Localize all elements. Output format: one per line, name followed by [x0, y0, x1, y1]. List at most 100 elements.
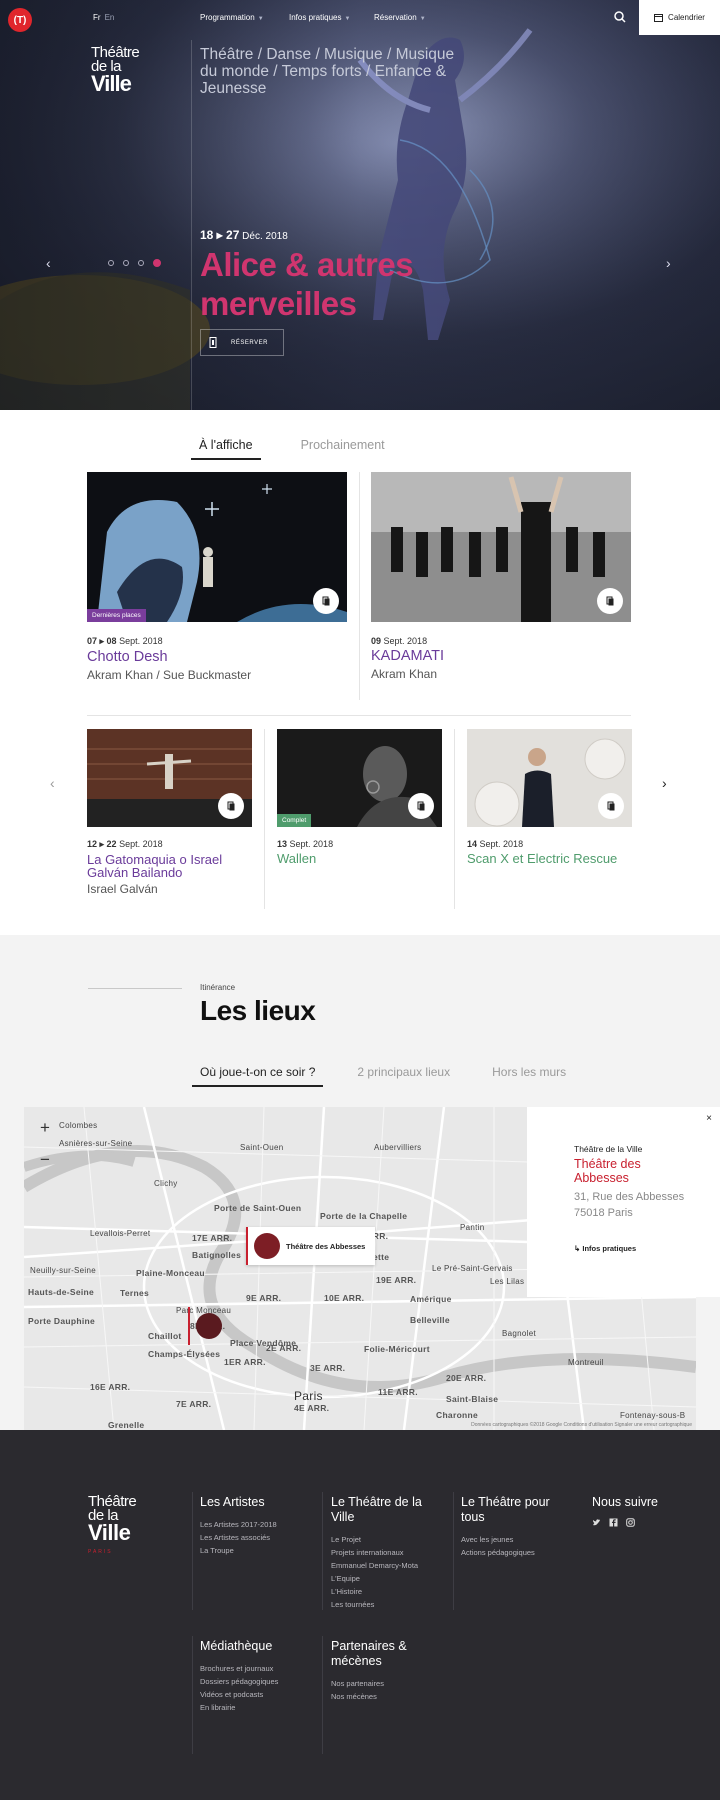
map-label: Pantin: [460, 1223, 485, 1232]
nav-infos-pratiques[interactable]: Infos pratiques ▼: [289, 13, 350, 22]
event-title[interactable]: Scan X et Electric Rescue: [467, 852, 632, 865]
event-card[interactable]: 09 Sept. 2018 KADAMATI Akram Khan: [371, 472, 631, 681]
event-title[interactable]: Wallen: [277, 852, 442, 865]
map-label: Plaine-Monceau: [136, 1268, 205, 1278]
carousel-next-arrow[interactable]: ›: [662, 775, 667, 791]
bookmark-button[interactable]: [313, 588, 339, 614]
footer-link[interactable]: Les Artistes 2017-2018: [200, 1518, 315, 1531]
event-card[interactable]: Dernières places 07 ▸ 08 Sept. 2018 Chot…: [87, 472, 347, 682]
tab-ce-soir[interactable]: Où joue-t-on ce soir ?: [192, 1065, 324, 1087]
footer-link[interactable]: Le Projet: [331, 1533, 441, 1546]
bookmark-button[interactable]: [598, 793, 624, 819]
footer-link[interactable]: Nos mécènes: [331, 1690, 421, 1703]
calendar-button[interactable]: Calendrier: [639, 0, 720, 35]
site-footer: [0, 1430, 720, 1800]
footer-link[interactable]: Les Artistes associés: [200, 1531, 315, 1544]
footer-link[interactable]: Nos partenaires: [331, 1677, 421, 1690]
event-card[interactable]: 14 Sept. 2018 Scan X et Electric Rescue: [467, 729, 632, 865]
hero-title[interactable]: Alice & autres merveilles: [200, 245, 500, 323]
event-artist: Israel Galván: [87, 882, 158, 896]
event-date: 14 Sept. 2018: [467, 839, 632, 849]
footer-link[interactable]: La Troupe: [200, 1544, 315, 1557]
instagram-icon[interactable]: [626, 1518, 635, 1529]
event-image[interactable]: Dernières places: [87, 472, 347, 622]
footer-link[interactable]: L'Histoire: [331, 1585, 441, 1598]
hero-dot-4[interactable]: [153, 259, 161, 267]
map-pin-chatelet[interactable]: [188, 1307, 228, 1345]
hero-categories[interactable]: Théâtre / Danse / Musique / Musique du m…: [200, 46, 470, 97]
event-artist: Akram Khan: [371, 667, 438, 681]
site-brand-logo[interactable]: Théâtre de la Ville: [91, 45, 140, 95]
zoom-in-button[interactable]: +: [32, 1115, 58, 1141]
event-image[interactable]: [87, 729, 252, 827]
footer-link[interactable]: En librairie: [200, 1701, 315, 1714]
nav-programmation[interactable]: Programmation ▼: [200, 13, 264, 22]
close-button[interactable]: ×: [706, 1113, 712, 1124]
event-card[interactable]: Complet 13 Sept. 2018 Wallen: [277, 729, 442, 865]
map-label: Hauts-de-Seine: [28, 1287, 95, 1297]
footer-link[interactable]: Emmanuel Demarcy-Mota: [331, 1559, 441, 1572]
search-icon: [614, 11, 626, 23]
bookmark-button[interactable]: [218, 793, 244, 819]
reserve-button[interactable]: RÉSERVER: [200, 329, 284, 356]
hero-divider: [191, 40, 192, 410]
footer-link[interactable]: Actions pédagogiques: [461, 1546, 571, 1559]
footer-link[interactable]: Les tournées: [331, 1598, 441, 1611]
event-image[interactable]: [467, 729, 632, 827]
lang-en[interactable]: En: [105, 13, 115, 22]
footer-link[interactable]: L'Equipe: [331, 1572, 441, 1585]
hero-prev-arrow[interactable]: ‹: [46, 255, 51, 271]
footer-link[interactable]: Avec les jeunes: [461, 1533, 571, 1546]
event-image[interactable]: Complet: [277, 729, 442, 827]
nav-reservation[interactable]: Réservation ▼: [374, 13, 426, 22]
tab-prochainement[interactable]: Prochainement: [293, 438, 393, 460]
map-label: 7E ARR.: [176, 1399, 212, 1409]
tab-a-l-affiche[interactable]: À l'affiche: [191, 438, 261, 460]
map-label: 1ER ARR.: [224, 1357, 266, 1367]
bookmark-icon: [227, 801, 235, 811]
footer-link[interactable]: Dossiers pédagogiques: [200, 1675, 315, 1688]
map-label: Asnières-sur-Seine: [59, 1139, 133, 1148]
map-attribution[interactable]: Données cartographiques ©2018 Google Con…: [471, 1422, 692, 1428]
footer-logo[interactable]: Théâtre de la Ville PARIS: [88, 1494, 137, 1559]
tab-principaux-lieux[interactable]: 2 principaux lieux: [349, 1065, 458, 1087]
zoom-out-button[interactable]: −: [32, 1147, 58, 1173]
footer-col-title[interactable]: Le Théâtre pour tous: [461, 1495, 571, 1525]
search-button[interactable]: [612, 9, 628, 25]
facebook-icon[interactable]: [609, 1518, 618, 1529]
hero-dot-1[interactable]: [108, 260, 114, 266]
lang-fr[interactable]: Fr: [93, 13, 101, 22]
hero-next-arrow[interactable]: ›: [666, 255, 671, 271]
event-illustration: [371, 472, 631, 622]
footer-link[interactable]: Brochures et journaux: [200, 1662, 315, 1675]
tab-hors-les-murs[interactable]: Hors les murs: [484, 1065, 574, 1087]
bookmark-button[interactable]: [597, 588, 623, 614]
event-title[interactable]: La Gatomaquia o Israel Galván Bailando: [87, 853, 252, 879]
event-card[interactable]: 12 ▸ 22 Sept. 2018 La Gatomaquia o Israe…: [87, 729, 252, 896]
footer-col-title[interactable]: Partenaires & mécènes: [331, 1639, 421, 1669]
carousel-prev-arrow[interactable]: ‹: [50, 775, 55, 791]
event-image[interactable]: [371, 472, 631, 622]
bookmark-icon: [417, 801, 425, 811]
bookmark-button[interactable]: [408, 793, 434, 819]
event-month: Sept. 2018: [383, 636, 428, 646]
divider: [453, 1492, 454, 1610]
footer-col-title[interactable]: Les Artistes: [200, 1495, 315, 1510]
theatre-icon: [196, 1313, 222, 1339]
site-logo-badge[interactable]: (T): [8, 8, 32, 32]
map-pin-abbesses[interactable]: Théâtre des Abbesses: [246, 1227, 376, 1265]
event-title[interactable]: KADAMATI: [371, 649, 631, 664]
venue-info-link[interactable]: ↳ Infos pratiques: [574, 1244, 636, 1253]
venue-name[interactable]: Théâtre des Abbesses: [574, 1157, 694, 1185]
event-month: Sept. 2018: [479, 839, 524, 849]
footer-link[interactable]: Vidéos et podcasts: [200, 1688, 315, 1701]
event-title[interactable]: Chotto Desh: [87, 650, 347, 665]
hero-dot-3[interactable]: [138, 260, 144, 266]
language-switcher[interactable]: Fr En: [93, 13, 114, 22]
footer-col-title[interactable]: Le Théâtre de la Ville: [331, 1495, 441, 1525]
map-label: 3E ARR.: [310, 1363, 346, 1373]
footer-link[interactable]: Projets internationaux: [331, 1546, 441, 1559]
footer-col-title[interactable]: Médiathèque: [200, 1639, 315, 1654]
hero-dot-2[interactable]: [123, 260, 129, 266]
twitter-icon[interactable]: [592, 1518, 601, 1529]
